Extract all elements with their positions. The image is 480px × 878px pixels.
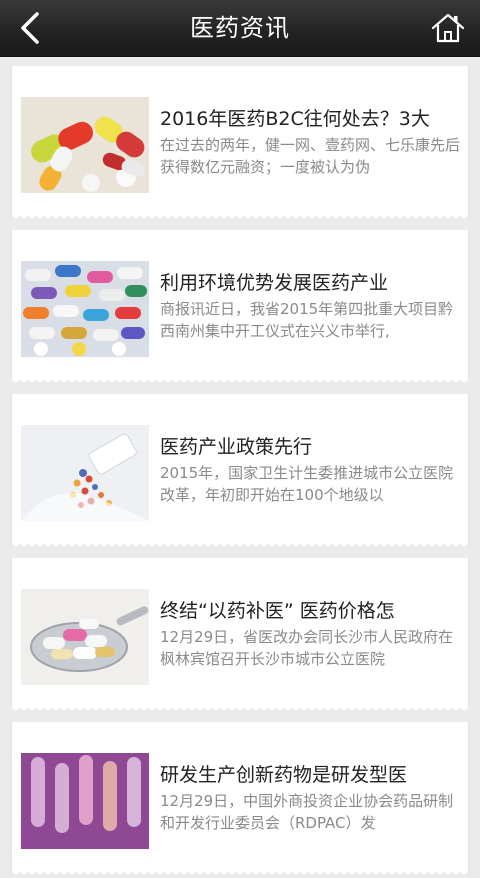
news-item[interactable]: 利用环境优势发展医药产业 商报讯近日，我省2015年第四批重大项目黔西南州集中开…	[12, 230, 468, 386]
home-button[interactable]	[426, 6, 470, 50]
news-summary: 在过去的两年，健一网、壹药网、七乐康先后获得数亿元融资；一度被认为伪	[160, 136, 461, 176]
news-title: 2016年医药B2C往何处去？3大	[160, 108, 430, 130]
news-title: 利用环境优势发展医药产业	[160, 272, 389, 294]
capsules-image-icon	[21, 97, 149, 193]
top-bar: 医药资讯	[0, 0, 480, 57]
spoon-pills-image-icon	[21, 589, 149, 685]
pills-image-icon	[21, 261, 149, 357]
news-summary: 2015年，国家卫生计生委推进城市公立医院改革，年初即开始在100个地级以	[160, 464, 454, 504]
home-icon	[431, 13, 465, 43]
news-title: 研发生产创新药物是研发型医	[160, 764, 408, 786]
test-tubes-image-icon	[21, 753, 149, 849]
card-edge	[12, 208, 468, 218]
card-edge	[12, 536, 468, 546]
news-summary: 12月29日，中国外商投资企业协会药品研制和开发行业委员会（RDPAC）发	[160, 792, 454, 832]
spilled-pills-image-icon	[21, 425, 149, 521]
news-thumbnail	[21, 261, 149, 357]
news-thumbnail	[21, 589, 149, 685]
page-title: 医药资讯	[190, 14, 290, 42]
news-summary: 商报讯近日，我省2015年第四批重大项目黔西南州集中开工仪式在兴义市举行,	[160, 300, 454, 340]
news-item[interactable]: 2016年医药B2C往何处去？3大 在过去的两年，健一网、壹药网、七乐康先后获得…	[12, 66, 468, 222]
news-thumbnail	[21, 753, 149, 849]
news-title: 医药产业政策先行	[160, 436, 313, 458]
news-thumbnail	[21, 97, 149, 193]
news-item[interactable]: 研发生产创新药物是研发型医 12月29日，中国外商投资企业协会药品研制和开发行业…	[12, 722, 468, 878]
news-item[interactable]: 终结“以药补医” 医药价格怎 12月29日，省医改办会同长沙市人民政府在枫林宾馆…	[12, 558, 468, 714]
card-edge	[12, 700, 468, 710]
news-item[interactable]: 医药产业政策先行 2015年，国家卫生计生委推进城市公立医院改革，年初即开始在1…	[12, 394, 468, 550]
news-thumbnail	[21, 425, 149, 521]
card-edge	[12, 372, 468, 382]
news-summary: 12月29日，省医改办会同长沙市人民政府在枫林宾馆召开长沙市城市公立医院	[160, 628, 454, 668]
news-title: 终结“以药补医” 医药价格怎	[160, 600, 395, 622]
